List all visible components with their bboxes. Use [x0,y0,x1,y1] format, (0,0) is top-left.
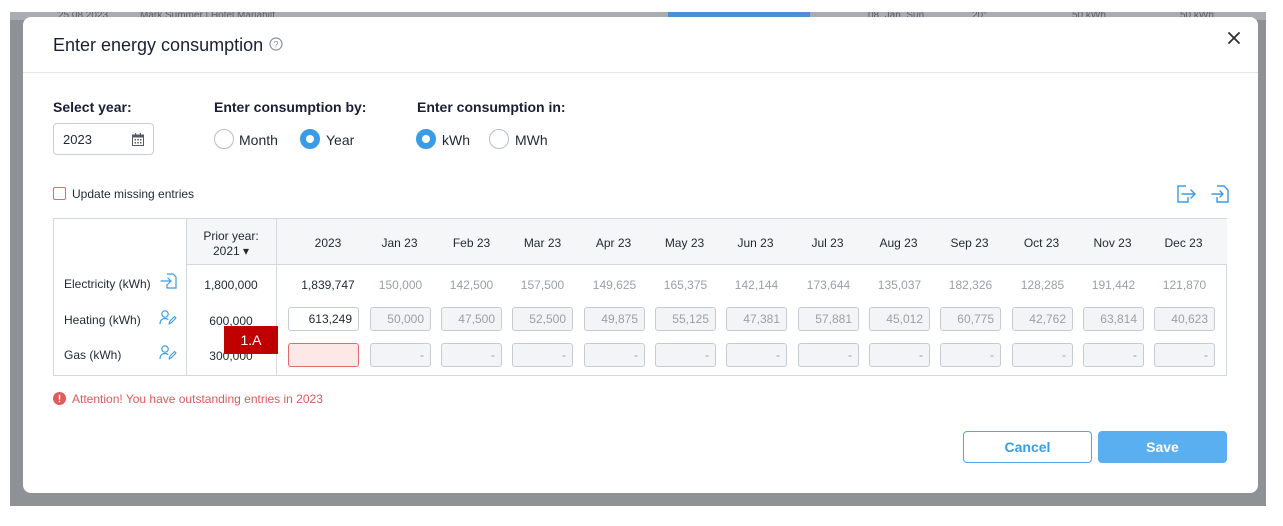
save-button[interactable]: Save [1098,431,1227,463]
column-header-month: Apr 23 [595,236,632,250]
month-input[interactable]: 40,623 [1154,307,1215,331]
month-input[interactable]: - [1083,343,1144,367]
month-input[interactable]: 42,762 [1012,307,1073,331]
radio-mwh[interactable] [489,129,509,149]
row-label-heating: Heating (kWh) [64,313,141,327]
close-icon[interactable] [1227,31,1241,45]
prior-value-electricity: 1,800,000 [204,278,258,292]
total-value-electricity: 1,839,747 [301,278,355,292]
month-value: 142,144 [734,278,779,292]
radio-year-label[interactable]: Year [326,132,354,148]
update-missing-label[interactable]: Update missing entries [72,187,194,201]
month-input[interactable]: - [1154,343,1215,367]
calendar-icon[interactable] [132,133,144,146]
modal-header: Enter energy consumption ? [23,17,1258,73]
consumption-by-label: Enter consumption by: [214,99,367,115]
row-label-electricity: Electricity (kWh) [64,277,151,291]
annotation-tag: 1.A [224,326,278,354]
column-header-month: Jan 23 [381,236,418,250]
cancel-button[interactable]: Cancel [963,431,1092,463]
total-input-heating[interactable]: 613,249 [288,307,359,331]
month-input[interactable]: 49,875 [584,307,645,331]
column-header-month: May 23 [664,236,705,250]
column-header-month: Feb 23 [452,236,491,250]
month-input[interactable]: - [655,343,716,367]
select-year-label: Select year: [53,99,132,115]
month-value: 142,500 [449,278,494,292]
radio-kwh[interactable] [416,129,436,149]
month-value: 150,000 [378,278,423,292]
month-input[interactable]: - [869,343,930,367]
svg-text:?: ? [273,40,278,50]
column-header-month: Aug 23 [879,236,918,250]
month-value: 128,285 [1020,278,1065,292]
prior-year-selector[interactable]: Prior year: 2021 ▾ [186,229,276,259]
column-header-month: Oct 23 [1023,236,1060,250]
month-input[interactable]: 45,012 [869,307,930,331]
modal-title: Enter energy consumption [53,35,264,55]
column-header-month: Dec 23 [1164,236,1203,250]
month-input[interactable]: 50,000 [370,307,431,331]
energy-consumption-modal: Enter energy consumption ? Select year: … [23,17,1258,493]
column-header-month: Jun 23 [737,236,774,250]
consumption-in-label: Enter consumption in: [417,99,566,115]
month-input[interactable]: 63,814 [1083,307,1144,331]
month-value: 182,326 [948,278,993,292]
month-input[interactable]: 55,125 [655,307,716,331]
month-input[interactable]: 47,500 [441,307,502,331]
month-input[interactable]: 60,775 [940,307,1001,331]
user-edit-icon[interactable] [159,309,177,325]
month-value: 173,644 [806,278,851,292]
radio-month[interactable] [214,129,234,149]
month-input[interactable]: 47,381 [726,307,787,331]
month-input[interactable]: - [584,343,645,367]
radio-year[interactable] [300,129,320,149]
import-icon[interactable] [1211,184,1231,204]
month-value: 135,037 [877,278,922,292]
column-header-month: Mar 23 [523,236,562,250]
radio-mwh-label[interactable]: MWh [515,132,548,148]
month-input[interactable]: 52,500 [512,307,573,331]
warning-message: Attention! You have outstanding entries … [72,392,323,406]
month-input[interactable]: - [726,343,787,367]
month-value: 121,870 [1162,278,1207,292]
radio-kwh-label[interactable]: kWh [442,132,470,148]
row-label-gas: Gas (kWh) [64,348,122,362]
month-value: 157,500 [520,278,565,292]
prior-year-label: Prior year: [203,229,259,243]
month-input[interactable]: - [441,343,502,367]
update-missing-checkbox[interactable] [53,187,66,200]
help-circle-icon[interactable]: ? [269,37,283,51]
import-file-icon[interactable] [160,273,178,289]
month-input[interactable]: - [798,343,859,367]
user-edit-icon[interactable] [159,344,177,360]
total-input-gas[interactable] [288,343,359,367]
month-input[interactable]: - [370,343,431,367]
month-value: 191,442 [1091,278,1136,292]
column-header-month: Nov 23 [1093,236,1132,250]
column-header-month: Sep 23 [950,236,989,250]
month-value: 149,625 [592,278,637,292]
month-input[interactable]: - [940,343,1001,367]
month-input[interactable]: 57,881 [798,307,859,331]
month-input[interactable]: - [1012,343,1073,367]
radio-month-label[interactable]: Month [239,132,278,148]
year-value: 2023 [63,132,92,147]
month-input[interactable]: - [512,343,573,367]
export-icon[interactable] [1175,184,1197,204]
column-header-month: Jul 23 [811,236,844,250]
year-picker-input[interactable]: 2023 [53,123,154,155]
alert-circle-icon [53,392,66,405]
month-value: 165,375 [663,278,708,292]
prior-year-value[interactable]: 2021 ▾ [186,244,276,259]
